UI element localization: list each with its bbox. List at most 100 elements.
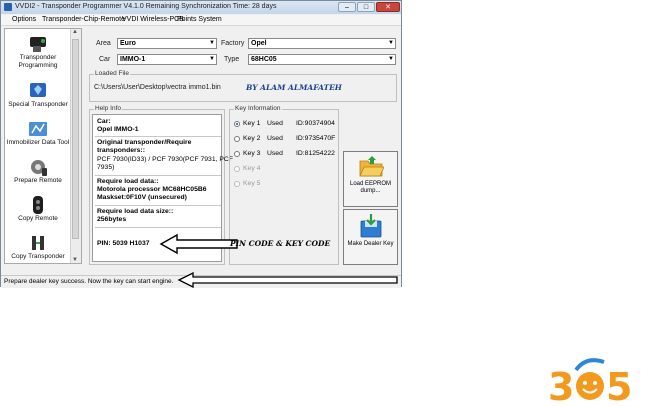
key-information-title: Key Information: [234, 105, 282, 112]
sidebar-label: Immobilizer Data Tool: [6, 139, 70, 146]
type-label: Type: [224, 56, 240, 63]
factory-label: Factory: [221, 40, 245, 47]
sidebar-item-copy-transponder[interactable]: Copy Transponder: [5, 233, 71, 261]
save-download-icon: [360, 214, 381, 238]
key-3-id: ID:81254222: [296, 150, 335, 157]
area-value: Euro: [120, 40, 136, 47]
help-orig-value: PCF 7930(ID33) / PCF 7930(PCF 7931, PCF: [97, 156, 233, 163]
key-4-radio: [234, 166, 240, 172]
chevron-down-icon: ▼: [209, 56, 215, 62]
sidebar-label-2: Programming: [18, 62, 58, 69]
separator: [95, 136, 221, 137]
sidebar-label: Special Transponder: [8, 101, 68, 108]
loaded-file-group: Loaded File C:\Users\User\Desktop\vectra…: [89, 70, 397, 102]
folder-open-icon: [358, 156, 384, 177]
area-select[interactable]: Euro ▼: [117, 38, 217, 49]
key-row-5: Key 5: [234, 180, 354, 190]
car-select[interactable]: IMMO-1 ▼: [117, 54, 217, 65]
menu-transponder-chip-remote[interactable]: Transponder-Chip-Remote: [42, 16, 125, 23]
help-orig-heading-2: transponders::: [97, 147, 145, 154]
key-5-label: Key 5: [243, 180, 261, 187]
help-info-title: Help Info: [94, 105, 123, 112]
key-1-radio[interactable]: [234, 121, 240, 127]
special-transponder-icon: [30, 83, 46, 97]
factory-select[interactable]: Opel ▼: [248, 38, 396, 49]
sidebar-scrollbar[interactable]: ▲ ▼: [70, 29, 81, 263]
sidebar-item-transponder-programming[interactable]: Transponder Programming: [5, 34, 71, 70]
window-title: VVDI2 - Transponder Programmer V4.1.0 Re…: [15, 3, 277, 10]
sidebar-item-special-transponder[interactable]: Special Transponder: [5, 81, 71, 109]
chevron-down-icon: ▼: [209, 40, 215, 46]
key-3-radio[interactable]: [234, 151, 240, 157]
type-select[interactable]: 68HC05 ▼: [248, 54, 396, 65]
sidebar-item-immobilizer-data-tool[interactable]: Immobilizer Data Tool: [5, 119, 71, 147]
copy-transponder-icon: [32, 236, 44, 250]
maximize-button[interactable]: □: [357, 2, 375, 12]
area-label: Area: [96, 40, 111, 47]
menu-options[interactable]: Options: [12, 16, 36, 23]
help-car-value: Opel IMMO-1: [97, 126, 139, 133]
separator: [95, 205, 221, 206]
load-eeprom-button[interactable]: Load EEPROM dump...: [343, 151, 398, 207]
key-row-2[interactable]: Key 2 Used ID:9735470F: [234, 135, 354, 145]
author-annotation: BY ALAM ALMAFATEH: [246, 83, 342, 92]
key-3-used: Used: [267, 150, 283, 157]
key-2-used: Used: [267, 135, 283, 142]
scroll-down-icon[interactable]: ▼: [72, 257, 78, 263]
scroll-thumb[interactable]: [72, 39, 79, 239]
pin-key-code-annotation: PIN CODE & KEY CODE: [230, 239, 331, 248]
app-icon: [4, 3, 12, 11]
logo-digit-5: 5: [606, 365, 632, 404]
separator: [95, 227, 221, 228]
menu-points-system[interactable]: Points System: [177, 16, 222, 23]
key-5-radio: [234, 181, 240, 187]
car-value: IMMO-1: [120, 56, 146, 63]
loaded-file-title: Loaded File: [94, 70, 130, 77]
pin-arrow-annotation: [159, 233, 238, 255]
chevron-down-icon: ▼: [388, 56, 394, 62]
immobilizer-tool-icon: [29, 122, 47, 136]
key-row-3[interactable]: Key 3 Used ID:81254222: [234, 150, 354, 160]
close-button[interactable]: ✕: [376, 2, 400, 12]
sidebar-item-copy-remote[interactable]: Copy Remote: [5, 195, 71, 223]
sidebar-label: Copy Remote: [18, 215, 58, 222]
sidebar-label: Transponder: [19, 54, 57, 61]
help-load-value-2: Maskset:0F10V (unsecured): [97, 194, 187, 201]
loaded-file-path: C:\Users\User\Desktop\vectra immo1.bin: [94, 84, 221, 91]
scroll-up-icon[interactable]: ▲: [72, 29, 78, 35]
menu-vvdi-wireless-pcb[interactable]: VVDI Wireless-PCB: [122, 16, 184, 23]
car-label: Car: [99, 56, 111, 63]
status-text: Prepare dealer key success. Now the key …: [4, 278, 174, 285]
load-eeprom-label: Load EEPROM: [349, 181, 392, 187]
key-2-radio[interactable]: [234, 136, 240, 142]
key-row-1[interactable]: Key 1 Used ID:90374904: [234, 120, 354, 130]
copy-remote-icon: [33, 196, 43, 214]
key-2-label: Key 2: [243, 135, 261, 142]
help-orig-value-2: 7935): [97, 164, 115, 171]
help-orig-heading: Original transponder/Require: [97, 139, 192, 146]
sidebar: Transponder Programming Special Transpon…: [4, 28, 82, 264]
remote-gear-icon: [31, 160, 47, 176]
key-1-label: Key 1: [243, 120, 261, 127]
make-dealer-key-button[interactable]: Make Dealer Key: [343, 209, 398, 265]
menu-bar: Options Transponder-Chip-Remote VVDI Wir…: [1, 15, 401, 26]
type-value: 68HC05: [251, 56, 277, 63]
logo-smiley-icon: [576, 372, 604, 400]
pin-code-text: PIN: 5039 H1037: [97, 240, 150, 247]
title-bar: VVDI2 - Transponder Programmer V4.1.0 Re…: [1, 1, 401, 14]
key-2-id: ID:9735470F: [296, 135, 336, 142]
separator: [95, 175, 221, 176]
key-row-4: Key 4: [234, 165, 354, 175]
logo-digit-3: 3: [548, 365, 574, 404]
minimize-button[interactable]: –: [338, 2, 356, 12]
sidebar-item-prepare-remote[interactable]: Prepare Remote: [5, 157, 71, 185]
help-load-heading: Require load data::: [97, 178, 159, 185]
sidebar-label: Prepare Remote: [14, 177, 62, 184]
key-4-label: Key 4: [243, 165, 261, 172]
brand-logo: 3 5: [548, 358, 632, 404]
key-1-used: Used: [267, 120, 283, 127]
key-1-id: ID:90374904: [296, 120, 335, 127]
help-size-value: 256bytes: [97, 216, 127, 223]
help-load-value: Motorola processor MC68HC05B6: [97, 186, 207, 193]
transponder-key-icon: [30, 37, 46, 52]
